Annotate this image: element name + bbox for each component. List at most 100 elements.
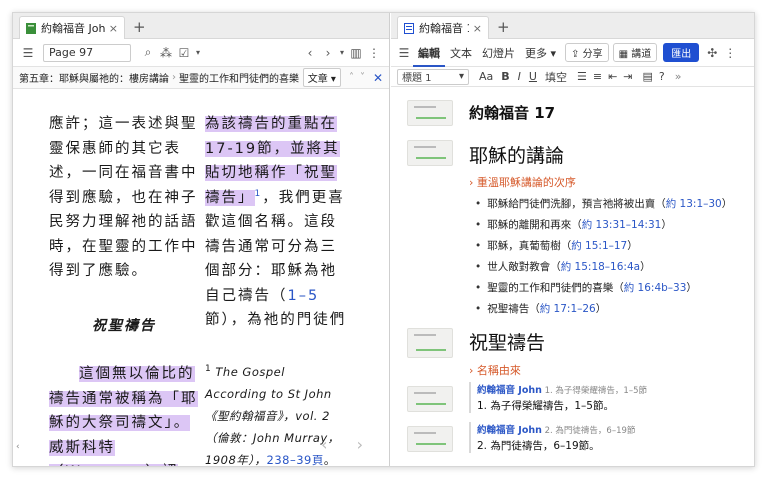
help-icon[interactable]: ? <box>659 70 665 83</box>
indent-icon[interactable]: ⇥ <box>623 70 632 83</box>
search-icon[interactable]: ⌕ <box>139 44 157 62</box>
document-title[interactable]: 約翰福音 17 <box>469 102 555 123</box>
style-select[interactable]: 標題 1 ▾ <box>397 68 469 85</box>
slide-thumbnail[interactable] <box>407 386 453 412</box>
chevron-down-icon[interactable]: ▾ <box>193 44 203 62</box>
footnote-end: 。 <box>323 452 336 467</box>
expand-icon[interactable]: » <box>675 70 682 83</box>
page-input[interactable]: Page 97 <box>43 43 131 62</box>
page-link[interactable]: 238–39頁 <box>267 453 324 467</box>
paragraph: 這個無以倫比的禱告通常被稱為「耶穌的大祭司禱文」。威斯科特（Westcott）認 <box>49 362 199 466</box>
subheading[interactable]: › 名稱由來 <box>469 362 521 378</box>
scripture-link: 約 15:1–17 <box>571 240 628 252</box>
card-text: 2. 為門徒禱告，6–19節。 <box>477 440 600 452</box>
slide-thumbnail[interactable] <box>407 328 453 358</box>
body-text: ，我們更喜歡這個名稱。這段禱告通常可分為三個部分：耶穌為祂自己禱告（ <box>205 189 345 304</box>
card-text: 1. 為子得榮耀禱告，1–5節。 <box>477 400 614 412</box>
chevron-up-icon[interactable]: ˄ <box>349 72 354 83</box>
list-item[interactable]: 耶穌的離開和再來（約 13:31–14:31） <box>475 215 732 236</box>
list-item[interactable]: 耶穌給門徒們洗腳，預言祂將被出賣（約 13:1–30） <box>475 194 732 215</box>
list-item[interactable]: 聖靈的工作和門徒們的喜樂（約 16:4b–33） <box>475 278 732 299</box>
document-editor: 約翰福音 17 耶穌的講論 › 重溫耶穌講論的次序 耶穌給門徒們洗腳，預言祂將被… <box>391 88 754 466</box>
collapse-chevron-icon[interactable]: ‹ <box>16 442 20 452</box>
columns-icon[interactable]: ▥ <box>347 44 365 62</box>
view-dropdown[interactable]: 文章 ▾ <box>302 68 341 87</box>
bold-button[interactable]: B <box>501 70 509 83</box>
tab-john-book[interactable]: 約翰福音 John × <box>19 16 125 39</box>
outdent-icon[interactable]: ⇤ <box>608 70 617 83</box>
card-source: 約翰福音 John <box>477 425 542 436</box>
scripture-link[interactable]: 1–5 <box>288 288 320 304</box>
menu-icon[interactable]: ☰ <box>19 44 37 62</box>
list-item[interactable]: 祝聖禱告（約 17:1–26） <box>475 299 732 320</box>
slide-thumbnail[interactable] <box>407 426 453 452</box>
close-icon[interactable]: ✕ <box>373 71 383 85</box>
fill-blank-button[interactable]: 填空 <box>545 69 567 85</box>
quote-card[interactable]: 約翰福音 John 1. 為子得榮耀禱告，1–5節 1. 為子得榮耀禱告，1–5… <box>469 382 739 413</box>
scripture-link: 約 16:4b–33 <box>623 282 687 294</box>
highlighted-text[interactable]: 為該禱告的重點在 <box>205 116 337 132</box>
more-vert-icon[interactable]: ⋮ <box>721 44 739 62</box>
share-button[interactable]: ⇪ 分享 <box>565 43 609 62</box>
scripture-link: 約 17:1–26 <box>539 303 596 315</box>
numbered-list-icon[interactable]: ≡ <box>593 70 602 83</box>
slide-thumbnail[interactable] <box>407 140 453 166</box>
heading-1[interactable]: 耶穌的講論 <box>469 141 564 168</box>
right-tabbar: 約翰福音 17 × + <box>391 13 754 39</box>
chevron-left-icon[interactable]: ‹ <box>301 44 319 62</box>
page-nav[interactable]: ‹ › <box>321 435 375 454</box>
close-icon[interactable]: × <box>109 22 118 35</box>
scripture-link: 約 15:18–16:4a <box>560 261 641 273</box>
app-window: 約翰福音 John × + ☰ Page 97 ⌕ ⁂ ☑ ▾ ‹ › ▾ ▥ … <box>12 12 755 467</box>
format-bar: 標題 1 ▾ Aa B I U 填空 ☰ ≡ ⇤ ⇥ ▤ ? » <box>391 67 754 87</box>
paragraph: 為該禱告的重點在17-19節，並將其貼切地稱作「祝聖禱告」1，我們更喜歡這個名稱… <box>205 112 347 333</box>
font-size-button[interactable]: Aa <box>479 70 493 83</box>
export-button[interactable]: 匯出 <box>663 43 700 62</box>
scripture-link: 約 13:1–30 <box>665 198 722 210</box>
right-toolbar: ☰ 編輯 文本 幻燈片 更多 ▾ ⇪ 分享 ▦ 講道 匯出 ✣ ⋮ <box>391 39 754 67</box>
breadcrumb-chapter[interactable]: 第五章：耶穌與屬祂的：樓房講論 <box>19 70 169 85</box>
italic-button[interactable]: I <box>518 70 521 83</box>
slide-thumbnail[interactable] <box>407 100 453 126</box>
breadcrumb-separator: › <box>172 72 176 83</box>
share-nodes-icon[interactable]: ⁂ <box>157 44 175 62</box>
lecture-button[interactable]: ▦ 講道 <box>612 43 658 62</box>
subheading[interactable]: › 重溫耶穌講論的次序 <box>469 174 576 190</box>
text-column-1: 應許；這一表述與聖靈保惠師的其它表述，一同在福音書中得到應驗，也在神子民努力理解… <box>49 112 199 466</box>
chevron-down-icon[interactable]: ▾ <box>337 44 347 62</box>
list-item[interactable]: 世人敵對教會（約 15:18–16:4a） <box>475 257 732 278</box>
document-icon <box>404 22 414 34</box>
text-column-2: 為該禱告的重點在17-19節，並將其貼切地稱作「祝聖禱告」1，我們更喜歡這個名稱… <box>205 112 347 466</box>
more-vert-icon[interactable]: ⋮ <box>365 44 383 62</box>
new-tab-button[interactable]: + <box>497 18 510 36</box>
bullet-list-icon[interactable]: ☰ <box>577 70 587 83</box>
tab-text[interactable]: 文本 <box>445 45 477 61</box>
close-icon[interactable]: × <box>473 22 482 35</box>
body-text: 節），為祂的門徒們 <box>205 312 347 328</box>
paragraph: 應許；這一表述與聖靈保惠師的其它表述，一同在福音書中得到應驗，也在神子民努力理解… <box>49 116 198 279</box>
quote-card[interactable]: 約翰福音 John 2. 為門徒禱告，6–19節 2. 為門徒禱告，6–19節。 <box>469 422 739 453</box>
tab-label: 約翰福音 John <box>41 22 105 35</box>
list-item[interactable]: 耶穌，真葡萄樹（約 15:1–17） <box>475 236 732 257</box>
checkbox-icon[interactable]: ☑ <box>175 44 193 62</box>
underline-button[interactable]: U <box>529 70 537 83</box>
footnote-text: The Gospel According to St John《聖約翰福音》，v… <box>205 364 340 467</box>
menu-icon[interactable]: ☰ <box>395 44 413 62</box>
breadcrumb-section[interactable]: 聖靈的工作和門徒們的喜樂 <box>179 70 299 85</box>
book-icon <box>26 22 36 34</box>
left-pane: 約翰福音 John × + ☰ Page 97 ⌕ ⁂ ☑ ▾ ‹ › ▾ ▥ … <box>13 13 390 466</box>
chevron-right-icon[interactable]: › <box>319 44 337 62</box>
settings-icon[interactable]: ✣ <box>703 44 721 62</box>
new-tab-button[interactable]: + <box>133 18 146 36</box>
more-menu[interactable]: 更多 ▾ <box>520 45 561 61</box>
chevron-down-icon[interactable]: ˅ <box>360 72 365 83</box>
breadcrumb: 第五章：耶穌與屬祂的：樓房講論 › 聖靈的工作和門徒們的喜樂 文章 ▾ ˄ ˅ … <box>13 67 389 89</box>
heading-2[interactable]: 祝聖禱告 <box>469 328 545 355</box>
chevron-down-icon: ▾ <box>458 71 464 82</box>
tab-slides[interactable]: 幻燈片 <box>477 45 520 61</box>
tab-edit[interactable]: 編輯 <box>413 45 445 67</box>
tab-john-17[interactable]: 約翰福音 17 × <box>397 16 489 39</box>
highlighted-text[interactable]: 這個無以倫比的禱告通常被稱為「耶穌的大祭司禱文」。威斯科特（Westcott）認 <box>49 366 198 466</box>
card-meta: 2. 為門徒禱告，6–19節 <box>544 426 636 436</box>
insert-block-icon[interactable]: ▤ <box>643 70 653 83</box>
